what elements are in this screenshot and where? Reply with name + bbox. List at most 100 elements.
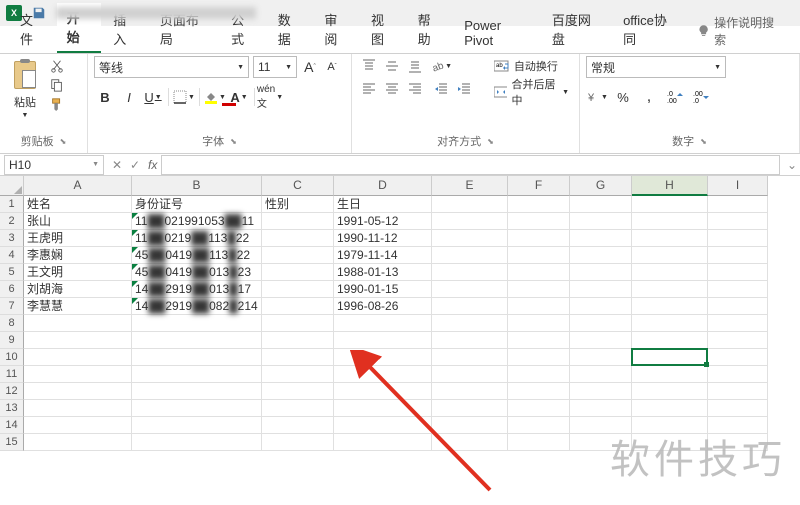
tell-me-search[interactable]: 操作说明搜索 xyxy=(689,9,790,53)
column-header-D[interactable]: D xyxy=(334,176,432,196)
cell-B3[interactable]: 11██0219██113█22 xyxy=(132,230,262,247)
cell-D1[interactable]: 生日 xyxy=(334,196,432,213)
cell-A2[interactable]: 张山 xyxy=(24,213,132,230)
column-header-I[interactable]: I xyxy=(708,176,768,196)
grow-font-button[interactable]: Aˆ xyxy=(301,57,319,77)
cell-A7[interactable]: 李慧慧 xyxy=(24,298,132,315)
align-top-button[interactable] xyxy=(358,56,380,76)
increase-decimal-button[interactable]: .0.00 xyxy=(664,86,686,108)
row-header-7[interactable]: 7 xyxy=(0,298,24,315)
percent-button[interactable]: % xyxy=(612,86,634,108)
font-name-select[interactable]: 等线▼ xyxy=(94,56,249,78)
format-painter-button[interactable] xyxy=(48,96,66,112)
cell-A6[interactable]: 刘胡海 xyxy=(24,281,132,298)
underline-button[interactable]: U▼ xyxy=(142,86,164,108)
merge-center-button[interactable]: 合并后居中▼ xyxy=(490,82,573,102)
cell-D5[interactable]: 1988-01-13 xyxy=(334,264,432,281)
bulb-icon xyxy=(697,24,710,38)
select-all-corner[interactable] xyxy=(0,176,24,196)
row-header-8[interactable]: 8 xyxy=(0,315,24,332)
cell-D6[interactable]: 1990-01-15 xyxy=(334,281,432,298)
column-header-G[interactable]: G xyxy=(570,176,632,196)
row-header-9[interactable]: 9 xyxy=(0,332,24,349)
row-header-12[interactable]: 12 xyxy=(0,383,24,400)
cell-A5[interactable]: 王文明 xyxy=(24,264,132,281)
cell-B6[interactable]: 14██2919██013█17 xyxy=(132,281,262,298)
cell-D2[interactable]: 1991-05-12 xyxy=(334,213,432,230)
tab-review[interactable]: 审阅 xyxy=(314,5,359,53)
tab-data[interactable]: 数据 xyxy=(268,5,313,53)
tab-powerpivot[interactable]: Power Pivot xyxy=(454,13,540,53)
cell-B4[interactable]: 45██0419██113█22 xyxy=(132,247,262,264)
column-header-C[interactable]: C xyxy=(262,176,334,196)
decrease-decimal-button[interactable]: .00.0 xyxy=(690,86,712,108)
row-headers[interactable]: 123456789101112131415 xyxy=(0,196,24,451)
italic-button[interactable]: I xyxy=(118,86,140,108)
cell-B7[interactable]: 14██2919██082█214 xyxy=(132,298,262,315)
row-header-5[interactable]: 5 xyxy=(0,264,24,281)
dialog-launcher-icon[interactable]: ⬊ xyxy=(60,137,67,146)
increase-indent-button[interactable] xyxy=(453,79,475,99)
accounting-format-button[interactable]: ¥▼ xyxy=(586,86,608,108)
column-header-F[interactable]: F xyxy=(508,176,570,196)
cut-button[interactable] xyxy=(48,58,66,74)
enter-formula-button[interactable]: ✓ xyxy=(126,155,144,175)
name-box[interactable]: H10▼ xyxy=(4,155,104,175)
row-header-13[interactable]: 13 xyxy=(0,400,24,417)
row-header-11[interactable]: 11 xyxy=(0,366,24,383)
orientation-button[interactable]: ab▼ xyxy=(430,56,452,76)
row-header-3[interactable]: 3 xyxy=(0,230,24,247)
copy-button[interactable] xyxy=(48,77,66,93)
row-header-4[interactable]: 4 xyxy=(0,247,24,264)
font-color-button[interactable]: A▼ xyxy=(228,86,250,108)
dialog-launcher-icon[interactable]: ⬊ xyxy=(700,137,707,146)
row-header-10[interactable]: 10 xyxy=(0,349,24,366)
wrap-text-button[interactable]: ab自动换行 xyxy=(490,56,573,76)
font-size-select[interactable]: 11▼ xyxy=(253,56,297,78)
column-header-B[interactable]: B xyxy=(132,176,262,196)
cell-A3[interactable]: 王虎明 xyxy=(24,230,132,247)
cell-D4[interactable]: 1979-11-14 xyxy=(334,247,432,264)
cell-B2[interactable]: 11██021991053██11 xyxy=(132,213,262,230)
tab-help[interactable]: 帮助 xyxy=(408,5,453,53)
number-format-select[interactable]: 常规▼ xyxy=(586,56,726,78)
align-left-button[interactable] xyxy=(358,79,380,99)
shrink-font-button[interactable]: Aˇ xyxy=(323,57,341,77)
formula-bar[interactable] xyxy=(161,155,780,175)
cell-D7[interactable]: 1996-08-26 xyxy=(334,298,432,315)
cancel-formula-button[interactable]: ✕ xyxy=(108,155,126,175)
phonetic-button[interactable]: wén文▼ xyxy=(259,86,281,108)
column-header-H[interactable]: H xyxy=(632,176,708,196)
bold-button[interactable]: B xyxy=(94,86,116,108)
tab-baidu[interactable]: 百度网盘 xyxy=(542,5,611,53)
border-button[interactable]: ▼ xyxy=(173,86,195,108)
column-header-A[interactable]: A xyxy=(24,176,132,196)
tab-office-collab[interactable]: office协同 xyxy=(613,5,687,53)
decrease-indent-button[interactable] xyxy=(430,79,452,99)
row-header-6[interactable]: 6 xyxy=(0,281,24,298)
cell-A1[interactable]: 姓名 xyxy=(24,196,132,213)
row-header-1[interactable]: 1 xyxy=(0,196,24,213)
tab-view[interactable]: 视图 xyxy=(361,5,406,53)
align-bottom-button[interactable] xyxy=(404,56,426,76)
align-center-button[interactable] xyxy=(381,79,403,99)
dialog-launcher-icon[interactable]: ⬊ xyxy=(230,137,237,146)
row-header-14[interactable]: 14 xyxy=(0,417,24,434)
align-right-button[interactable] xyxy=(404,79,426,99)
fx-icon[interactable]: fx xyxy=(148,158,157,172)
row-header-15[interactable]: 15 xyxy=(0,434,24,451)
cell-C1[interactable]: 性别 xyxy=(262,196,334,213)
cell-B1[interactable]: 身份证号 xyxy=(132,196,262,213)
expand-formula-bar-button[interactable]: ⌄ xyxy=(784,158,800,172)
column-header-E[interactable]: E xyxy=(432,176,508,196)
dialog-launcher-icon[interactable]: ⬊ xyxy=(487,137,494,146)
comma-button[interactable]: , xyxy=(638,86,660,108)
row-header-2[interactable]: 2 xyxy=(0,213,24,230)
paste-button[interactable]: 粘贴 ▼ xyxy=(6,56,44,121)
cell-B5[interactable]: 45██0419██013█23 xyxy=(132,264,262,281)
tab-file[interactable]: 文件 xyxy=(10,5,55,53)
cell-A4[interactable]: 李惠娴 xyxy=(24,247,132,264)
align-middle-button[interactable] xyxy=(381,56,403,76)
cell-D3[interactable]: 1990-11-12 xyxy=(334,230,432,247)
column-headers[interactable]: ABCDEFGHI xyxy=(24,176,768,196)
